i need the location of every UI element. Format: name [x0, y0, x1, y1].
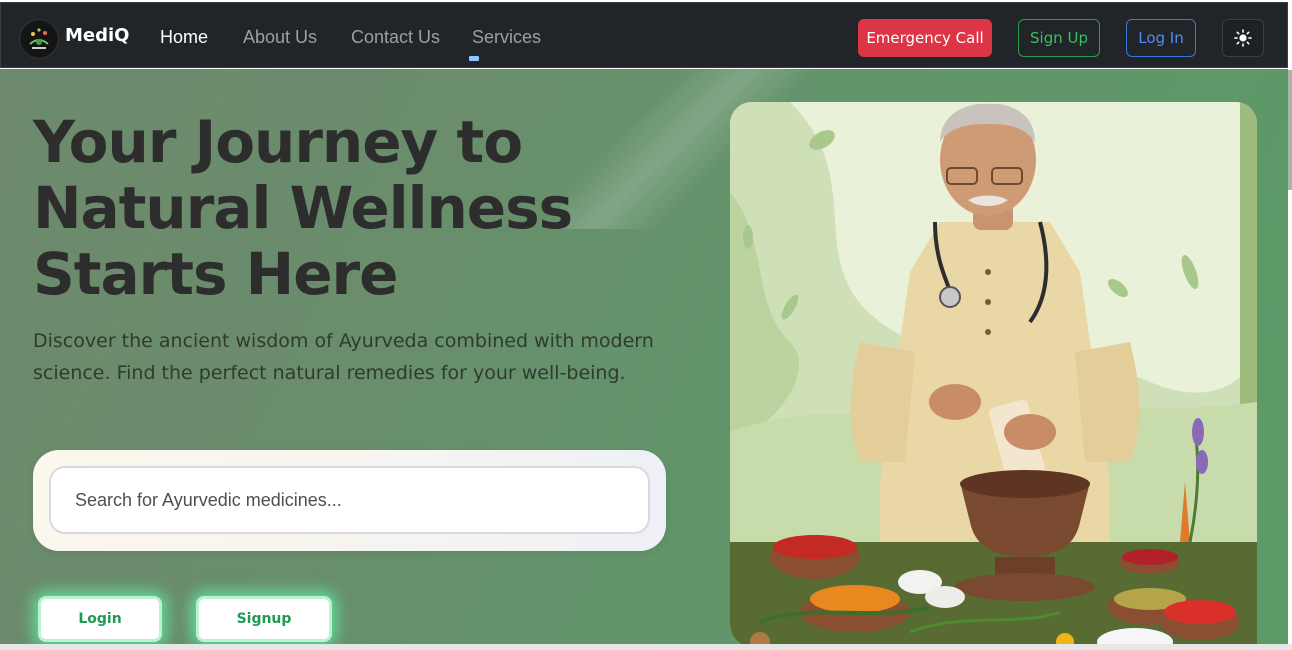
medicine-search-input[interactable]	[49, 466, 650, 534]
hero-section: Your Journey to Natural Wellness Starts …	[0, 69, 1288, 644]
nav-home-link[interactable]: Home	[160, 27, 208, 48]
hero-login-button[interactable]: Login	[38, 596, 162, 642]
theme-toggle-button[interactable]	[1222, 19, 1264, 57]
search-container	[33, 450, 666, 551]
hero-signup-button[interactable]: Signup	[196, 596, 332, 642]
hero-subtitle: Discover the ancient wisdom of Ayurveda …	[33, 330, 654, 384]
brand-logo-icon[interactable]	[19, 19, 59, 59]
hero-title: Your Journey to Natural Wellness Starts …	[33, 108, 573, 308]
top-navbar: MediQ Home About Us Contact Us Services …	[0, 2, 1288, 68]
log-in-button[interactable]: Log In	[1126, 19, 1196, 57]
emergency-call-button[interactable]: Emergency Call	[858, 19, 992, 57]
sign-up-button[interactable]: Sign Up	[1018, 19, 1100, 57]
nav-services-link[interactable]: Services	[472, 27, 541, 48]
nav-about-link[interactable]: About Us	[243, 27, 317, 48]
brand-name[interactable]: MediQ	[65, 25, 129, 46]
ayurvedic-doctor-illustration	[730, 102, 1257, 644]
nav-contact-link[interactable]: Contact Us	[351, 27, 440, 48]
bottom-scroll-track[interactable]	[0, 644, 1292, 650]
sun-icon	[1234, 29, 1252, 47]
services-dropdown-indicator	[469, 56, 479, 61]
page-scrollbar[interactable]	[1288, 70, 1292, 190]
